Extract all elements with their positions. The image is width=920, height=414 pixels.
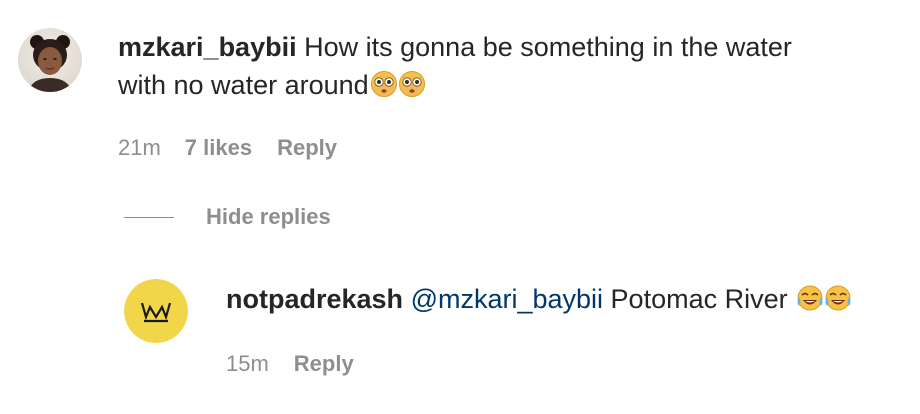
reply-timestamp[interactable]: 15m bbox=[226, 351, 269, 377]
hide-replies-label: Hide replies bbox=[206, 204, 331, 229]
reply-mention-link[interactable]: @mzkari_baybii bbox=[411, 284, 603, 314]
crown-icon bbox=[124, 279, 188, 343]
comment-meta: 21m 7 likes Reply bbox=[118, 135, 337, 161]
tears-of-joy-icon bbox=[797, 285, 823, 311]
commenter-avatar[interactable] bbox=[18, 28, 82, 92]
reply-meta: 15m Reply bbox=[226, 351, 354, 377]
reply-avatar[interactable] bbox=[124, 279, 188, 343]
reply-body: notpadrekash @mzkari_baybii Potomac Rive… bbox=[226, 280, 906, 318]
comment-username[interactable]: mzkari_baybii bbox=[118, 32, 297, 62]
reply-reply-button[interactable]: Reply bbox=[294, 351, 354, 377]
comment-text-line1: How its gonna be something in the water bbox=[304, 32, 792, 62]
comment-text-line2: with no water around bbox=[118, 70, 369, 100]
comment-likes-count[interactable]: 7 likes bbox=[185, 135, 252, 161]
hide-replies-toggle[interactable]: Hide replies bbox=[124, 204, 331, 230]
profile-photo-icon bbox=[18, 28, 82, 92]
comment-reply-button[interactable]: Reply bbox=[277, 135, 337, 161]
tears-of-joy-icon bbox=[825, 285, 851, 311]
comment-timestamp[interactable]: 21m bbox=[118, 135, 161, 161]
flushed-face-icon bbox=[370, 71, 397, 97]
comment-emojis bbox=[370, 70, 426, 98]
flushed-face-icon bbox=[398, 71, 425, 97]
comment-body: mzkari_baybii How its gonna be something… bbox=[118, 28, 898, 104]
reply-emojis bbox=[796, 284, 852, 312]
reply-text: Potomac River bbox=[610, 284, 788, 314]
divider-line bbox=[124, 216, 174, 218]
reply-username[interactable]: notpadrekash bbox=[226, 284, 403, 314]
